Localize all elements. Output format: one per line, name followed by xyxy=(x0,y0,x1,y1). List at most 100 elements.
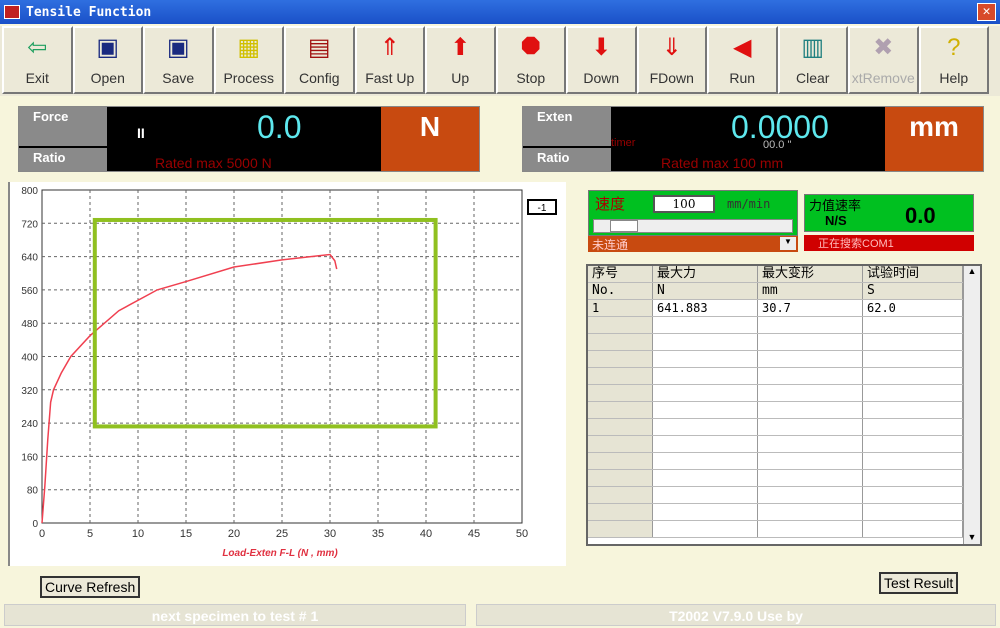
table-cell xyxy=(758,436,863,452)
test-result-button[interactable]: Test Result xyxy=(879,572,959,594)
exten-ratio-label: Ratio xyxy=(523,147,611,171)
toolbar-button-down[interactable]: ⬇ Down xyxy=(566,26,637,94)
connection-mode-value: 未连通 xyxy=(592,238,629,252)
window-title: Tensile Function xyxy=(26,4,152,20)
table-row xyxy=(588,368,980,385)
table-cell xyxy=(653,419,758,435)
speed-unit: mm/min xyxy=(727,197,771,211)
speed-panel: 速度 100 mm/min 未连通 ▼ 力值速率 N/S 0.0 正在搜索COM… xyxy=(588,190,978,258)
toolbar-button-up[interactable]: ⬆ Up xyxy=(425,26,496,94)
table-row xyxy=(588,402,980,419)
table-cell xyxy=(758,487,863,503)
table-cell: 最大变形 xyxy=(758,266,863,282)
clear-icon: ▥ xyxy=(801,34,825,61)
table-cell xyxy=(863,334,963,350)
table-cell xyxy=(758,419,863,435)
toolbar-button-config[interactable]: ▤ Config xyxy=(284,26,355,94)
table-cell: 30.7 xyxy=(758,300,863,316)
table-cell: mm xyxy=(758,283,863,299)
table-cell xyxy=(863,351,963,367)
x-axis-label: Load-Exten F-L (N , mm) xyxy=(222,548,338,559)
table-cell xyxy=(758,334,863,350)
toolbar-button-fast-up[interactable]: ⇑ Fast Up xyxy=(354,26,425,94)
scroll-up-icon[interactable]: ▲ xyxy=(964,266,980,276)
remove-icon: ✖ xyxy=(873,34,894,61)
exten-unit: mm xyxy=(885,107,983,171)
toolbar-button-save[interactable]: ▣ Save xyxy=(143,26,214,94)
toolbar: ⇦ Exit ▣ Open ▣ Save ▦ Process ▤ Config ⇑ Fast Up ⬆ U… xyxy=(0,26,1000,96)
toolbar-button-process[interactable]: ▦ Process xyxy=(213,26,284,94)
table-cell: No. xyxy=(588,283,653,299)
toolbar-label: Run xyxy=(729,70,756,86)
table-cell: 641.883 xyxy=(653,300,758,316)
speed-slider[interactable] xyxy=(593,219,793,233)
table-row xyxy=(588,419,980,436)
table-cell xyxy=(653,436,758,452)
table-cell xyxy=(588,453,653,469)
table-cell: 序号 xyxy=(588,266,653,282)
toolbar-label: Down xyxy=(583,70,620,86)
table-cell xyxy=(758,351,863,367)
timer-value: 00.0 " xyxy=(763,139,792,151)
table-row xyxy=(588,351,980,368)
y-tick-label: 320 xyxy=(21,386,38,397)
toolbar-button-exit[interactable]: ⇦ Exit xyxy=(2,26,73,94)
extension-display: Exten Ratio 0.0000 timer 00.0 " Rated max… xyxy=(522,106,984,172)
run-icon: ◀ xyxy=(733,34,752,61)
table-cell: 最大力 xyxy=(653,266,758,282)
table-cell xyxy=(863,436,963,452)
x-tick-label: 25 xyxy=(276,528,288,540)
status-specimen: next specimen to test # 1 xyxy=(4,604,466,626)
toolbar-label: FDown xyxy=(649,70,694,86)
table-cell xyxy=(588,368,653,384)
table-units-row: No. Nmm S xyxy=(588,283,980,300)
table-cell: S xyxy=(863,283,963,299)
speed-control: 速度 100 mm/min xyxy=(588,190,798,236)
close-button[interactable]: ✕ xyxy=(977,3,996,21)
toolbar-button-stop[interactable]: ⯃ Stop xyxy=(495,26,566,94)
toolbar-button-clear[interactable]: ▥ Clear xyxy=(777,26,848,94)
table-cell xyxy=(863,368,963,384)
y-tick-label: 80 xyxy=(27,486,39,497)
table-row xyxy=(588,487,980,504)
exit-icon: ⇦ xyxy=(27,34,48,61)
toolbar-label: xtRemove xyxy=(851,70,915,86)
toolbar-button-fdown[interactable]: ⇓ FDown xyxy=(636,26,707,94)
help-icon: ? xyxy=(947,34,961,61)
title-bar: Tensile Function ✕ xyxy=(0,0,1000,24)
table-row xyxy=(588,453,980,470)
toolbar-button-open[interactable]: ▣ Open xyxy=(72,26,143,94)
y-tick-label: 0 xyxy=(32,519,38,530)
table-cell xyxy=(588,419,653,435)
table-scrollbar[interactable]: ▲ ▼ xyxy=(963,266,980,544)
chevron-down-icon[interactable]: ▼ xyxy=(780,237,796,250)
fast-up-icon: ⇑ xyxy=(379,34,400,61)
table-cell xyxy=(653,487,758,503)
table-cell xyxy=(588,436,653,452)
slider-thumb[interactable] xyxy=(610,220,638,232)
toolbar-button-xtremove[interactable]: ✖ xtRemove xyxy=(848,26,919,94)
table-cell xyxy=(653,334,758,350)
force-rate-value: 0.0 xyxy=(905,203,936,228)
table-cell xyxy=(588,521,653,537)
y-tick-label: 480 xyxy=(21,319,38,330)
force-rate-display: 力值速率 N/S 0.0 xyxy=(804,194,974,232)
toolbar-button-help[interactable]: ? Help xyxy=(918,26,989,94)
toolbar-button-run[interactable]: ◀ Run xyxy=(707,26,778,94)
toolbar-label: Save xyxy=(162,70,195,86)
fast-down-icon: ⇓ xyxy=(661,34,682,61)
speed-input[interactable]: 100 xyxy=(653,195,715,213)
toolbar-label: Fast Up xyxy=(365,70,415,86)
x-tick-label: 35 xyxy=(372,528,384,540)
toolbar-label: Help xyxy=(939,70,969,86)
speed-label: 速度 xyxy=(595,196,626,213)
table-cell xyxy=(653,385,758,401)
table-cell xyxy=(653,351,758,367)
toolbar-label: Clear xyxy=(796,70,830,86)
table-cell xyxy=(863,521,963,537)
table-row xyxy=(588,470,980,487)
scroll-down-icon[interactable]: ▼ xyxy=(964,532,980,542)
table-row xyxy=(588,334,980,351)
connection-mode-select[interactable]: 未连通 ▼ xyxy=(588,236,798,252)
curve-refresh-button[interactable]: Curve Refresh xyxy=(40,576,141,598)
